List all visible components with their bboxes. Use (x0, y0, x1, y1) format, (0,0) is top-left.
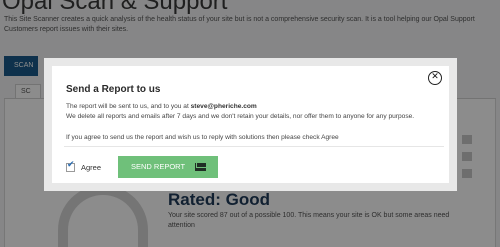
divider (64, 146, 444, 147)
agree-instructions: If you agree to send us the report and w… (66, 134, 339, 141)
close-icon[interactable]: ✕ (428, 71, 442, 85)
agree-option[interactable]: ✔ Agree (66, 157, 101, 177)
agree-label: Agree (81, 162, 102, 172)
send-report-dialog: ✕ Send a Report to us The report will be… (44, 58, 457, 191)
recipient-text: The report will be sent to us, and to yo… (66, 102, 444, 111)
send-report-button[interactable]: SEND REPORT (118, 156, 218, 178)
recipient-email: steve@pheriche.com (190, 103, 257, 110)
dialog-body: ✕ Send a Report to us The report will be… (52, 66, 449, 183)
agree-checkbox[interactable]: ✔ (66, 159, 75, 172)
recipient-prefix: The report will be sent to us, and to yo… (66, 103, 191, 110)
send-report-label: SEND REPORT (131, 162, 186, 171)
privacy-text: We delete all reports and emails after 7… (66, 113, 415, 120)
checkmark-icon: ✔ (67, 159, 75, 170)
envelope-icon (195, 163, 206, 171)
dialog-title: Send a Report to us (66, 84, 161, 95)
